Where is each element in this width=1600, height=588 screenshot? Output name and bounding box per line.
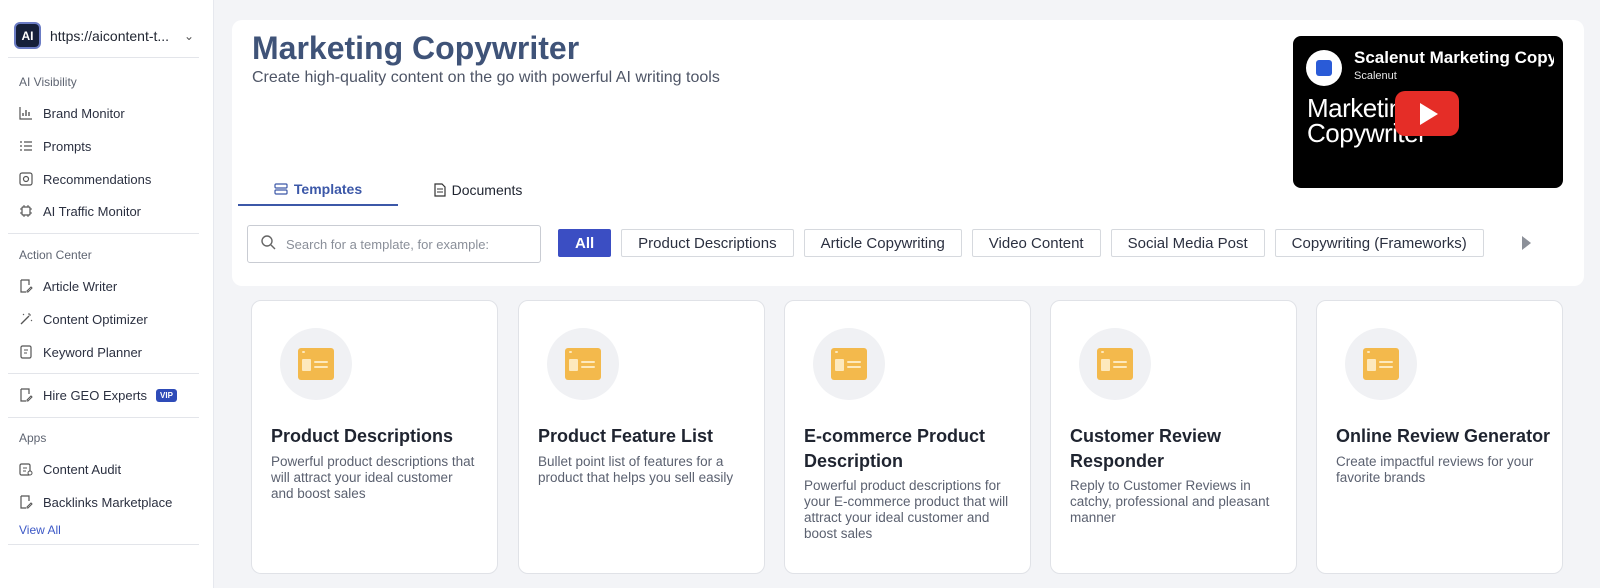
template-card[interactable]: Online Review Generator Create impactful… [1316,300,1563,574]
site-url: https://aicontent-t... [50,27,170,44]
sidebar-item-content-optimizer[interactable]: Content Optimizer [19,307,148,331]
page-title: Marketing Copywriter [252,30,580,66]
sidebar-item-ai-traffic-monitor[interactable]: AI Traffic Monitor [19,199,141,223]
card-title: Product Descriptions [271,426,454,446]
page-subtitle: Create high-quality content on the go wi… [252,69,720,86]
magic-wand-icon [19,312,33,326]
sidebar-item-backlinks-marketplace[interactable]: Backlinks Marketplace [19,490,172,514]
filter-article-copywriting[interactable]: Article Copywriting [803,229,962,257]
template-icon [813,328,885,400]
sidebar-item-label: Recommendations [43,171,152,187]
card-description: Powerful product descriptions for your E… [804,478,1009,541]
tab-label: Templates [293,181,363,197]
app-logo: AI [14,22,41,49]
document-icon [433,183,446,197]
template-search[interactable] [247,225,541,263]
sidebar-item-label: Keyword Planner [43,344,142,360]
divider [8,544,199,545]
filter-social-media-post[interactable]: Social Media Post [1110,229,1265,257]
sidebar-item-label: Prompts [43,138,92,154]
divider [8,233,199,234]
sidebar-item-brand-monitor[interactable]: Brand Monitor [19,101,125,125]
templates-icon [274,183,288,195]
keyword-icon [19,345,33,359]
sidebar-item-label: Brand Monitor [43,105,125,121]
sidebar-item-label: Hire GEO Experts [43,387,148,403]
recommendation-icon [19,172,33,186]
template-card[interactable]: E-commerce Product Description Powerful … [784,300,1031,574]
card-description: Reply to Customer Reviews in catchy, pro… [1070,478,1270,525]
audit-icon [19,462,33,476]
filter-video-content[interactable]: Video Content [971,229,1101,257]
vip-badge: VIP [156,388,177,402]
template-icon [280,328,352,400]
site-selector[interactable]: AI https://aicontent-t... ⌄ [8,14,199,58]
sidebar-item-article-writer[interactable]: Article Writer [19,274,117,298]
tab-documents[interactable]: Documents [398,174,558,206]
bar-chart-icon [19,106,33,120]
sidebar-item-prompts[interactable]: Prompts [19,134,91,158]
template-card[interactable]: Customer Review Responder Reply to Custo… [1050,300,1297,574]
sidebar-item-recommendations[interactable]: Recommendations [19,167,151,191]
chip-icon [19,204,33,218]
play-icon[interactable] [1395,91,1459,136]
channel-avatar [1306,50,1342,86]
video-embed[interactable]: Scalenut Marketing Copyw Scalenut Market… [1293,36,1563,188]
filter-all[interactable]: All [558,229,612,257]
video-title[interactable]: Scalenut Marketing Copyw [1354,48,1554,68]
section-apps: Apps [19,431,47,445]
filter-copywriting-frameworks[interactable]: Copywriting (Frameworks) [1274,229,1484,257]
card-description: Powerful product descriptions that will … [271,454,475,501]
template-icon [1079,328,1151,400]
edit-doc-icon [19,388,33,402]
sidebar-item-label: Article Writer [43,278,118,294]
card-title: Customer Review Responder [1070,426,1222,471]
chevron-down-icon[interactable]: ⌄ [184,29,194,43]
section-action-center: Action Center [19,248,92,262]
template-icon [1345,328,1417,400]
section-ai-visibility: AI Visibility [19,75,77,89]
card-title: Product Feature List [538,426,714,446]
search-icon [260,234,276,255]
list-icon [19,139,33,153]
divider [8,373,199,374]
tab-bar: Templates Documents [238,174,558,206]
card-title: Online Review Generator [1336,426,1551,446]
category-filters: All Product Descriptions Article Copywri… [558,229,1494,257]
view-all-link[interactable]: View All [19,523,61,537]
card-description: Bullet point list of features for a prod… [538,454,734,485]
sidebar-item-label: Content Optimizer [43,311,148,327]
sidebar-item-keyword-planner[interactable]: Keyword Planner [19,340,142,364]
tab-label: Documents [451,182,523,198]
tab-templates[interactable]: Templates [238,174,398,206]
template-icon [547,328,619,400]
template-card[interactable]: Product Descriptions Powerful product de… [251,300,498,574]
search-input[interactable] [286,236,526,252]
filter-product-descriptions[interactable]: Product Descriptions [621,229,794,257]
sidebar-item-label: AI Traffic Monitor [43,203,142,219]
sidebar-item-label: Content Audit [43,461,122,477]
card-title: E-commerce Product Description [804,426,986,471]
template-card[interactable]: Product Feature List Bullet point list o… [518,300,765,574]
sidebar-item-content-audit[interactable]: Content Audit [19,457,121,481]
sidebar: AI https://aicontent-t... ⌄ AI Visibilit… [0,0,214,588]
sidebar-item-label: Backlinks Marketplace [43,494,173,510]
edit-doc-icon [19,495,33,509]
video-channel: Scalenut [1354,70,1397,82]
card-description: Create impactful reviews for your favori… [1336,454,1534,485]
main-panel: Marketing Copywriter Create high-quality… [232,20,1584,286]
edit-doc-icon [19,279,33,293]
sidebar-item-hire-geo-experts[interactable]: Hire GEO Experts VIP [19,383,177,407]
scroll-right-icon[interactable] [1522,233,1536,253]
divider [8,417,199,418]
